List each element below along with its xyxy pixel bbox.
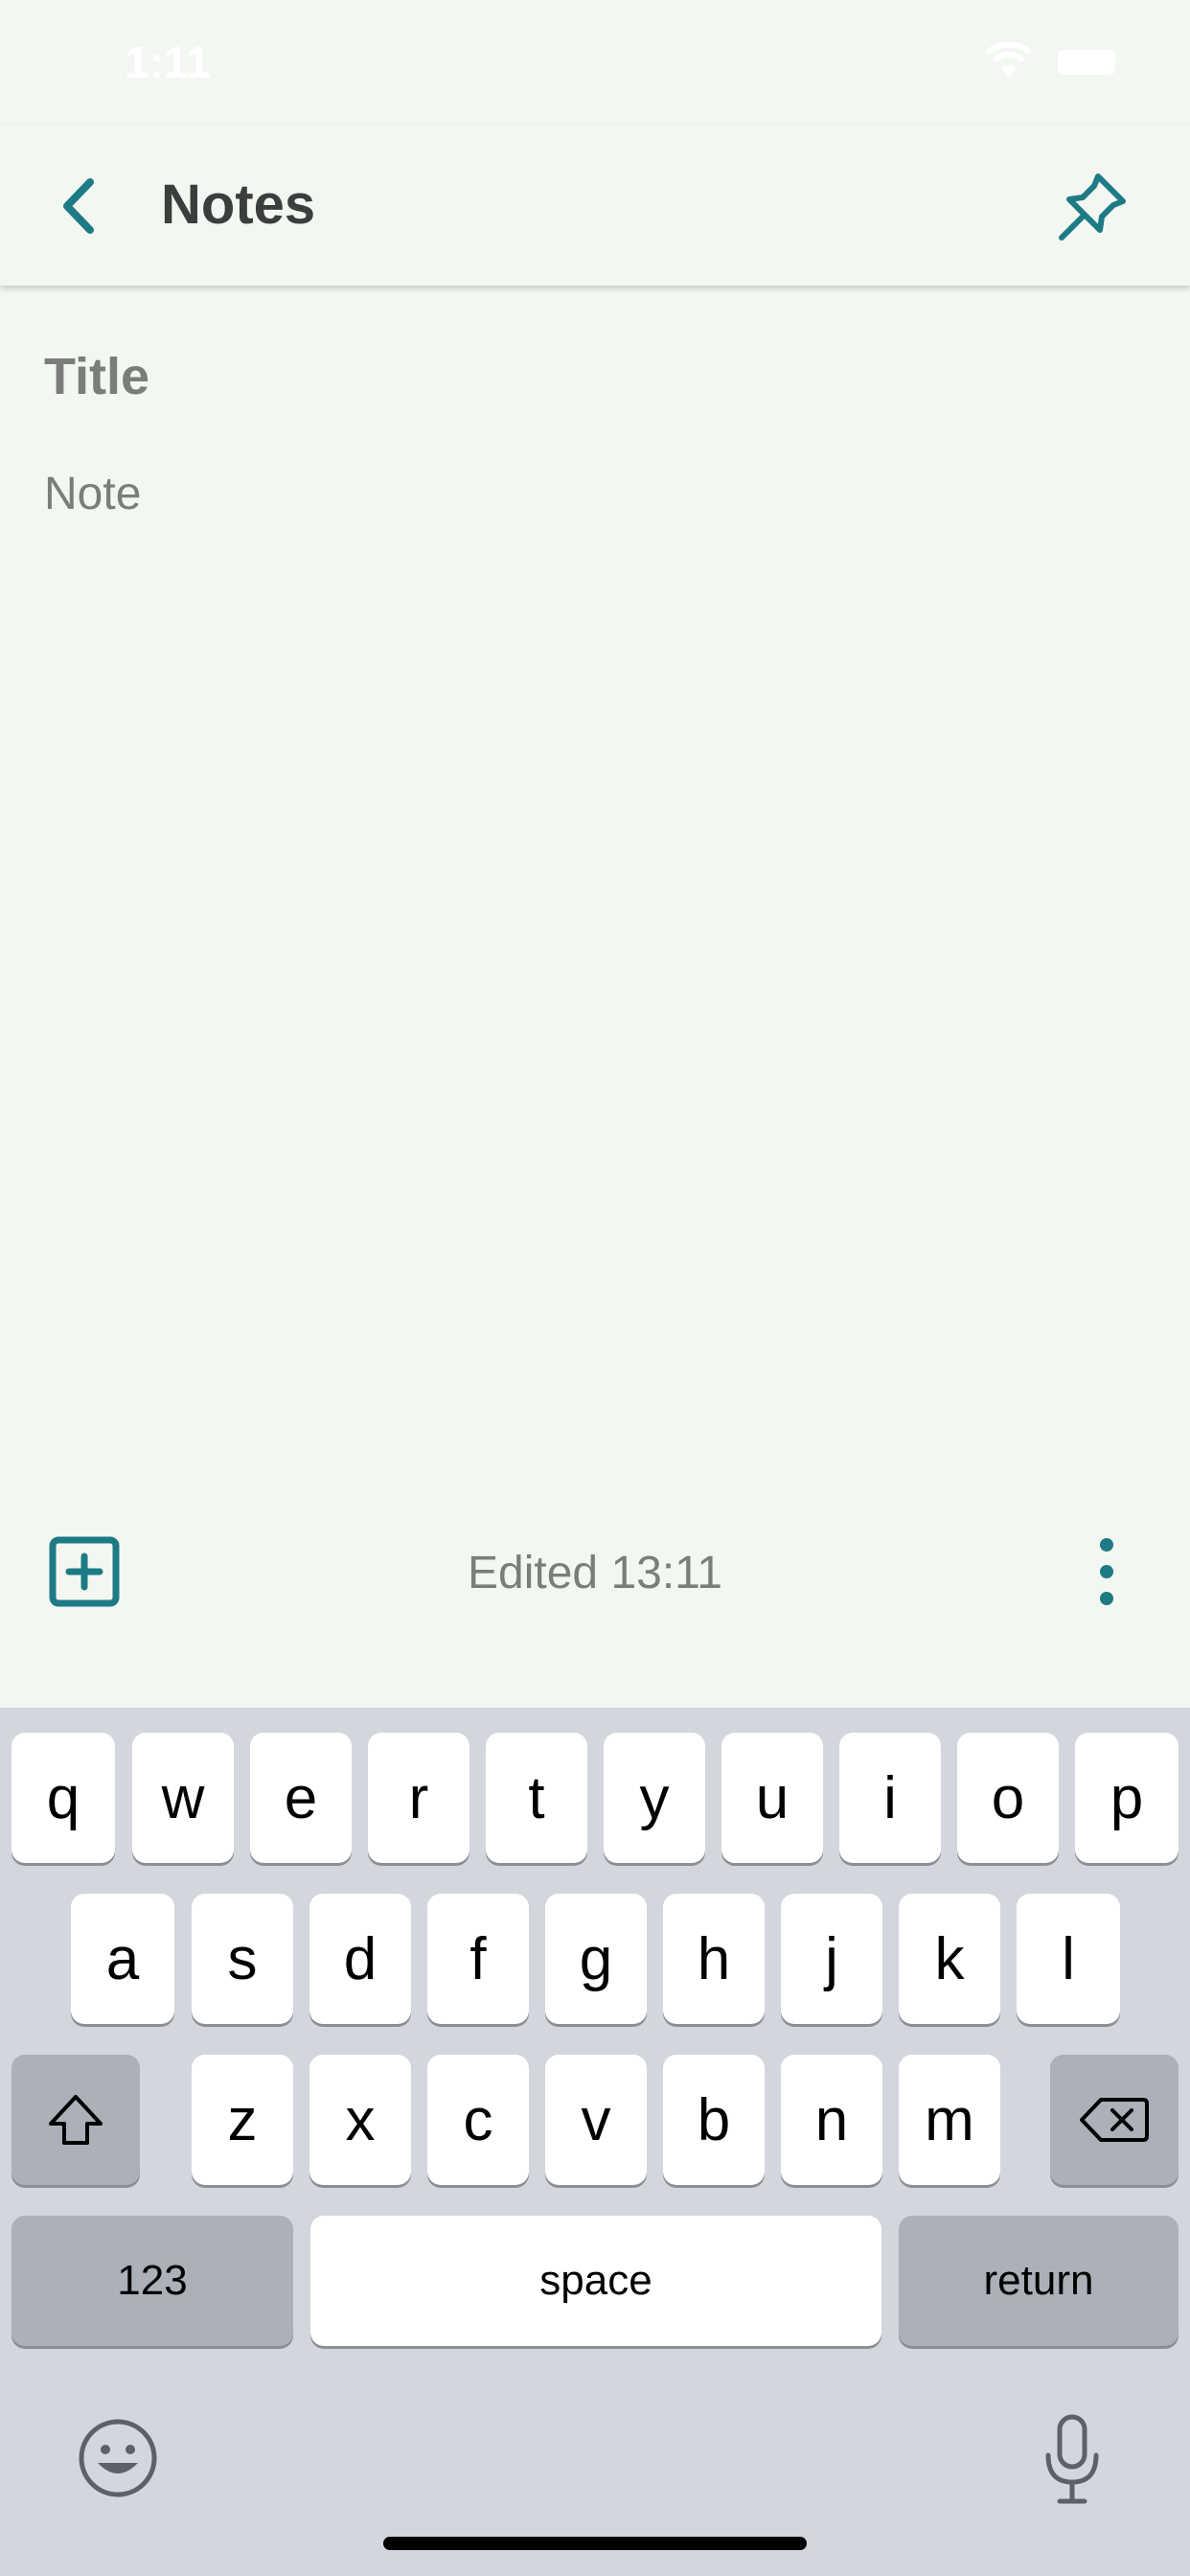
title-input[interactable]: [44, 347, 1146, 406]
key-t[interactable]: t: [486, 1733, 587, 1863]
key-z[interactable]: z: [192, 2055, 293, 2185]
key-x[interactable]: x: [309, 2055, 411, 2185]
key-n[interactable]: n: [781, 2055, 882, 2185]
bottom-bar: Edited 13:11: [0, 1503, 1190, 1637]
key-v[interactable]: v: [545, 2055, 647, 2185]
microphone-icon[interactable]: [1041, 2413, 1104, 2505]
home-indicator: [383, 2537, 807, 2550]
shift-key[interactable]: [11, 2055, 140, 2185]
key-j[interactable]: j: [781, 1894, 882, 2024]
key-b[interactable]: b: [663, 2055, 765, 2185]
key-p[interactable]: p: [1075, 1733, 1179, 1863]
more-options-button[interactable]: [1092, 1535, 1121, 1608]
key-k[interactable]: k: [899, 1894, 1000, 2024]
app-bar: Notes: [0, 125, 1190, 286]
key-o[interactable]: o: [957, 1733, 1059, 1863]
key-r[interactable]: r: [368, 1733, 469, 1863]
back-button[interactable]: [48, 172, 115, 240]
backspace-icon: [1080, 2098, 1149, 2142]
key-s[interactable]: s: [192, 1894, 293, 2024]
key-c[interactable]: c: [427, 2055, 529, 2185]
key-a[interactable]: a: [71, 1894, 174, 2024]
key-d[interactable]: d: [309, 1894, 411, 2024]
key-i[interactable]: i: [839, 1733, 941, 1863]
wifi-icon: [985, 42, 1033, 77]
key-u[interactable]: u: [721, 1733, 823, 1863]
return-key[interactable]: return: [899, 2216, 1179, 2346]
key-e[interactable]: e: [250, 1733, 352, 1863]
numbers-key[interactable]: 123: [11, 2216, 293, 2346]
key-h[interactable]: h: [663, 1894, 765, 2024]
page-title: Notes: [161, 173, 316, 236]
key-w[interactable]: w: [132, 1733, 234, 1863]
pin-icon[interactable]: [1054, 169, 1131, 245]
key-l[interactable]: l: [1017, 1894, 1120, 2024]
keyboard: q w e r t y u i o p a s d f g h j k l z …: [0, 1708, 1190, 2576]
status-bar: 1:11: [0, 0, 1190, 125]
delete-key[interactable]: [1050, 2055, 1179, 2185]
key-y[interactable]: y: [604, 1733, 705, 1863]
battery-icon: [1058, 50, 1115, 75]
key-q[interactable]: q: [11, 1733, 115, 1863]
emoji-icon[interactable]: [77, 2417, 159, 2499]
key-f[interactable]: f: [427, 1894, 529, 2024]
space-key[interactable]: space: [310, 2216, 881, 2346]
edited-timestamp: Edited 13:11: [468, 1548, 722, 1598]
key-g[interactable]: g: [545, 1894, 647, 2024]
shift-icon: [49, 2095, 103, 2145]
note-input[interactable]: [44, 468, 1146, 1426]
status-time: 1:11: [125, 37, 211, 87]
key-m[interactable]: m: [899, 2055, 1000, 2185]
